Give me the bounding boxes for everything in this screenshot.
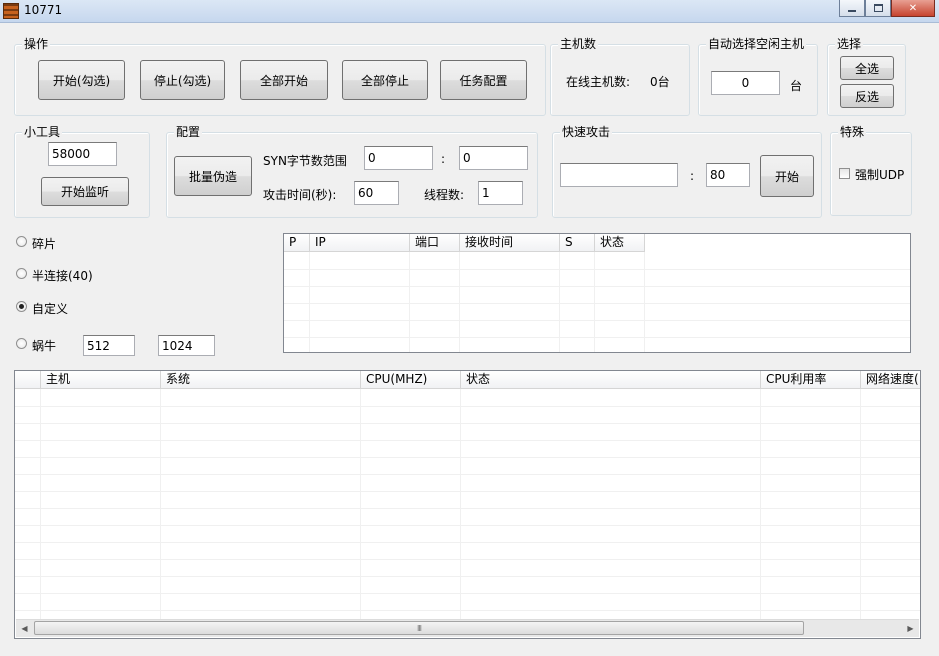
- listen-port-input[interactable]: [48, 142, 117, 166]
- mode-fragment-label: 碎片: [32, 237, 57, 251]
- threads-label: 线程数:: [424, 188, 465, 202]
- mode-snail-label: 蜗牛: [32, 339, 57, 353]
- syn-max-input[interactable]: [459, 146, 528, 170]
- tools-group-title: 小工具: [22, 125, 63, 139]
- window-title: 10771: [24, 3, 63, 17]
- close-button[interactable]: ✕: [891, 0, 935, 17]
- quick-attack-port-input[interactable]: [706, 163, 750, 187]
- host-list-grid: [15, 389, 920, 621]
- threads-input[interactable]: [478, 181, 523, 205]
- auto-select-group-title: 自动选择空闲主机: [706, 37, 807, 51]
- online-hosts-value: 0台: [650, 75, 670, 89]
- column-status[interactable]: 状态: [461, 371, 761, 388]
- host-list-header: 主机 系统 CPU(MHZ) 状态 CPU利用率 网络速度(: [15, 371, 920, 389]
- attack-time-label: 攻击时间(秒):: [263, 188, 337, 202]
- host-list-horizontal-scrollbar[interactable]: ◀ III ▶: [16, 619, 919, 637]
- operations-group-title: 操作: [22, 37, 51, 51]
- select-all-button[interactable]: 全选: [840, 56, 894, 80]
- stop-checked-button[interactable]: 停止(勾选): [140, 60, 225, 100]
- syn-range-separator: :: [441, 152, 446, 166]
- column-cpu-usage[interactable]: CPU利用率: [761, 371, 861, 388]
- auto-select-unit: 台: [790, 79, 803, 93]
- quick-attack-separator: :: [690, 169, 695, 183]
- mode-half-open-radio[interactable]: [16, 268, 27, 279]
- mode-fragment-radio[interactable]: [16, 236, 27, 247]
- start-checked-button[interactable]: 开始(勾选): [38, 60, 125, 100]
- connection-list-grid: [284, 252, 910, 352]
- attack-time-input[interactable]: [354, 181, 399, 205]
- config-group-title: 配置: [174, 125, 203, 139]
- scroll-left-arrow-icon[interactable]: ◀: [16, 620, 33, 637]
- window-controls: ✕: [839, 0, 935, 18]
- column-cpu-mhz[interactable]: CPU(MHZ): [361, 371, 461, 388]
- task-config-button[interactable]: 任务配置: [440, 60, 527, 100]
- quick-attack-target-input[interactable]: [560, 163, 678, 187]
- column-host[interactable]: 主机: [41, 371, 161, 388]
- auto-select-count-input[interactable]: [711, 71, 780, 95]
- special-group-title: 特殊: [838, 125, 867, 139]
- minimize-button[interactable]: [839, 0, 865, 17]
- syn-range-label: SYN字节数范围: [263, 154, 347, 168]
- force-udp-label: 强制UDP: [855, 168, 905, 182]
- column-system[interactable]: 系统: [161, 371, 361, 388]
- mode-half-open-label: 半连接(40): [32, 269, 93, 283]
- column-select[interactable]: [15, 371, 41, 388]
- column-receive-time[interactable]: 接收时间: [460, 234, 560, 251]
- app-brick-icon: [3, 3, 19, 19]
- column-s[interactable]: S: [560, 234, 595, 251]
- stop-all-button[interactable]: 全部停止: [342, 60, 428, 100]
- scroll-right-arrow-icon[interactable]: ▶: [902, 620, 919, 637]
- start-all-button[interactable]: 全部开始: [240, 60, 328, 100]
- online-hosts-label: 在线主机数:: [566, 75, 631, 89]
- maximize-button[interactable]: [865, 0, 891, 17]
- title-bar: 10771 ✕: [0, 0, 939, 23]
- mode-snail-radio[interactable]: [16, 338, 27, 349]
- host-count-group-title: 主机数: [558, 37, 599, 51]
- select-group-title: 选择: [835, 37, 864, 51]
- column-status[interactable]: 状态: [595, 234, 645, 251]
- force-udp-checkbox[interactable]: [839, 168, 850, 179]
- snail-max-input[interactable]: [158, 335, 215, 356]
- syn-min-input[interactable]: [364, 146, 433, 170]
- mode-custom-label: 自定义: [32, 302, 69, 316]
- snail-min-input[interactable]: [83, 335, 135, 356]
- column-p[interactable]: P: [284, 234, 310, 251]
- column-ip[interactable]: IP: [310, 234, 410, 251]
- invert-selection-button[interactable]: 反选: [840, 84, 894, 108]
- column-net-speed[interactable]: 网络速度(: [861, 371, 920, 388]
- connection-list[interactable]: P IP 端口 接收时间 S 状态: [283, 233, 911, 353]
- connection-list-header: P IP 端口 接收时间 S 状态: [284, 234, 645, 252]
- mode-custom-radio[interactable]: [16, 301, 27, 312]
- quick-attack-group-title: 快速攻击: [560, 125, 613, 139]
- scrollbar-grip-icon: III: [416, 623, 422, 633]
- host-list[interactable]: 主机 系统 CPU(MHZ) 状态 CPU利用率 网络速度(◀ III ▶: [14, 370, 921, 639]
- column-port[interactable]: 端口: [410, 234, 460, 251]
- scrollbar-thumb[interactable]: III: [34, 621, 804, 635]
- quick-attack-start-button[interactable]: 开始: [760, 155, 814, 197]
- start-listen-button[interactable]: 开始监听: [41, 177, 129, 206]
- batch-forge-button[interactable]: 批量伪造: [174, 156, 252, 196]
